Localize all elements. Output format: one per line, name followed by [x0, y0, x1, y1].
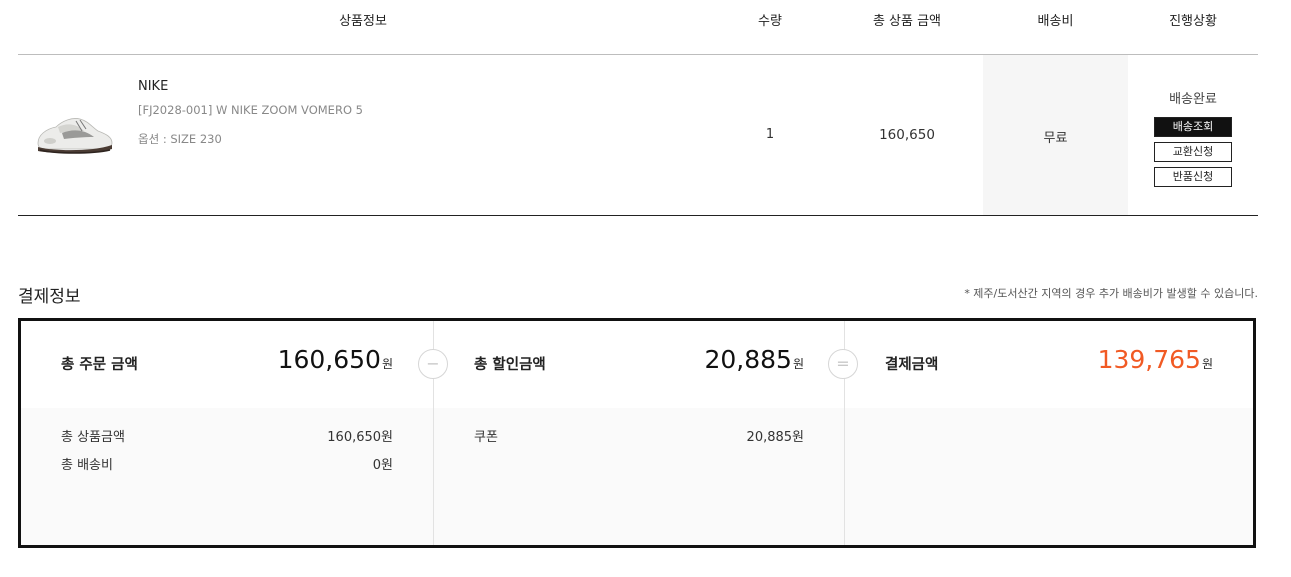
- status-cell: 배송완료 배송조회 교환신청 반품신청: [1128, 55, 1258, 215]
- table-header: 상품정보 수량 총 상품 금액 배송비 진행상황: [18, 0, 1258, 55]
- header-shipping-fee: 배송비: [1037, 14, 1074, 29]
- final-total-number: 139,765: [1097, 345, 1201, 374]
- product-option: 옵션 : SIZE 230: [138, 132, 222, 146]
- detail-row: 총 상품금액 160,650원: [61, 426, 393, 446]
- discount-total-number: 20,885: [704, 345, 792, 374]
- payment-note: * 제주/도서산간 지역의 경우 추가 배송비가 발생할 수 있습니다.: [964, 287, 1258, 300]
- equals-icon: =: [828, 349, 858, 379]
- header-product-info: 상품정보: [339, 14, 387, 29]
- quantity-value: 1: [765, 127, 775, 142]
- final-total-amount: 139,765원: [1098, 345, 1213, 374]
- order-total-unit: 원: [381, 357, 393, 371]
- total-price-value: 160,650: [879, 127, 935, 143]
- payment-summary-box: 총 주문 금액 160,650원 총 상품금액 160,650원 총 배송비 0…: [18, 318, 1256, 548]
- detail-label: 총 배송비: [61, 458, 113, 473]
- header-status: 진행상황: [1169, 14, 1217, 29]
- discount-total-amount: 20,885원: [704, 345, 804, 374]
- shipping-cell: 무료: [983, 55, 1128, 215]
- final-total-label: 결제금액: [885, 357, 939, 373]
- detail-row: 총 배송비 0원: [61, 454, 393, 474]
- minus-icon: −: [418, 349, 448, 379]
- payment-title: 결제정보: [18, 287, 81, 307]
- table-row: NIKE [FJ2028-001] W NIKE ZOOM VOMERO 5 옵…: [18, 55, 1258, 216]
- product-name[interactable]: [FJ2028-001] W NIKE ZOOM VOMERO 5: [138, 103, 363, 117]
- detail-row: 쿠폰 20,885원: [474, 426, 804, 446]
- status-text: 배송완료: [1169, 92, 1217, 107]
- track-delivery-button[interactable]: 배송조회: [1154, 117, 1232, 137]
- order-total-label: 총 주문 금액: [61, 357, 138, 373]
- order-total-amount: 160,650원: [278, 345, 393, 374]
- header-quantity: 수량: [758, 14, 782, 29]
- detail-label: 쿠폰: [474, 430, 498, 445]
- final-total-column: 결제금액 139,765원: [844, 321, 1253, 545]
- header-total-price: 총 상품 금액: [872, 14, 942, 29]
- final-total-unit: 원: [1201, 357, 1213, 371]
- order-total-number: 160,650: [277, 345, 381, 374]
- discount-total-label: 총 할인금액: [474, 357, 546, 373]
- exchange-request-button[interactable]: 교환신청: [1154, 142, 1232, 162]
- detail-value: 160,650원: [327, 430, 393, 445]
- detail-value: 20,885원: [746, 430, 804, 445]
- discount-total-unit: 원: [792, 357, 804, 371]
- discount-total-column: 총 할인금액 20,885원 쿠폰 20,885원: [433, 321, 844, 545]
- product-brand: NIKE: [138, 79, 169, 94]
- product-image[interactable]: [32, 107, 114, 157]
- return-request-button[interactable]: 반품신청: [1154, 167, 1232, 187]
- detail-value: 0원: [372, 458, 393, 473]
- detail-label: 총 상품금액: [61, 430, 125, 445]
- order-total-column: 총 주문 금액 160,650원 총 상품금액 160,650원 총 배송비 0…: [21, 321, 433, 545]
- order-table: 상품정보 수량 총 상품 금액 배송비 진행상황 NIKE [FJ2028-00…: [18, 0, 1258, 216]
- shipping-fee-value: 무료: [1043, 131, 1068, 146]
